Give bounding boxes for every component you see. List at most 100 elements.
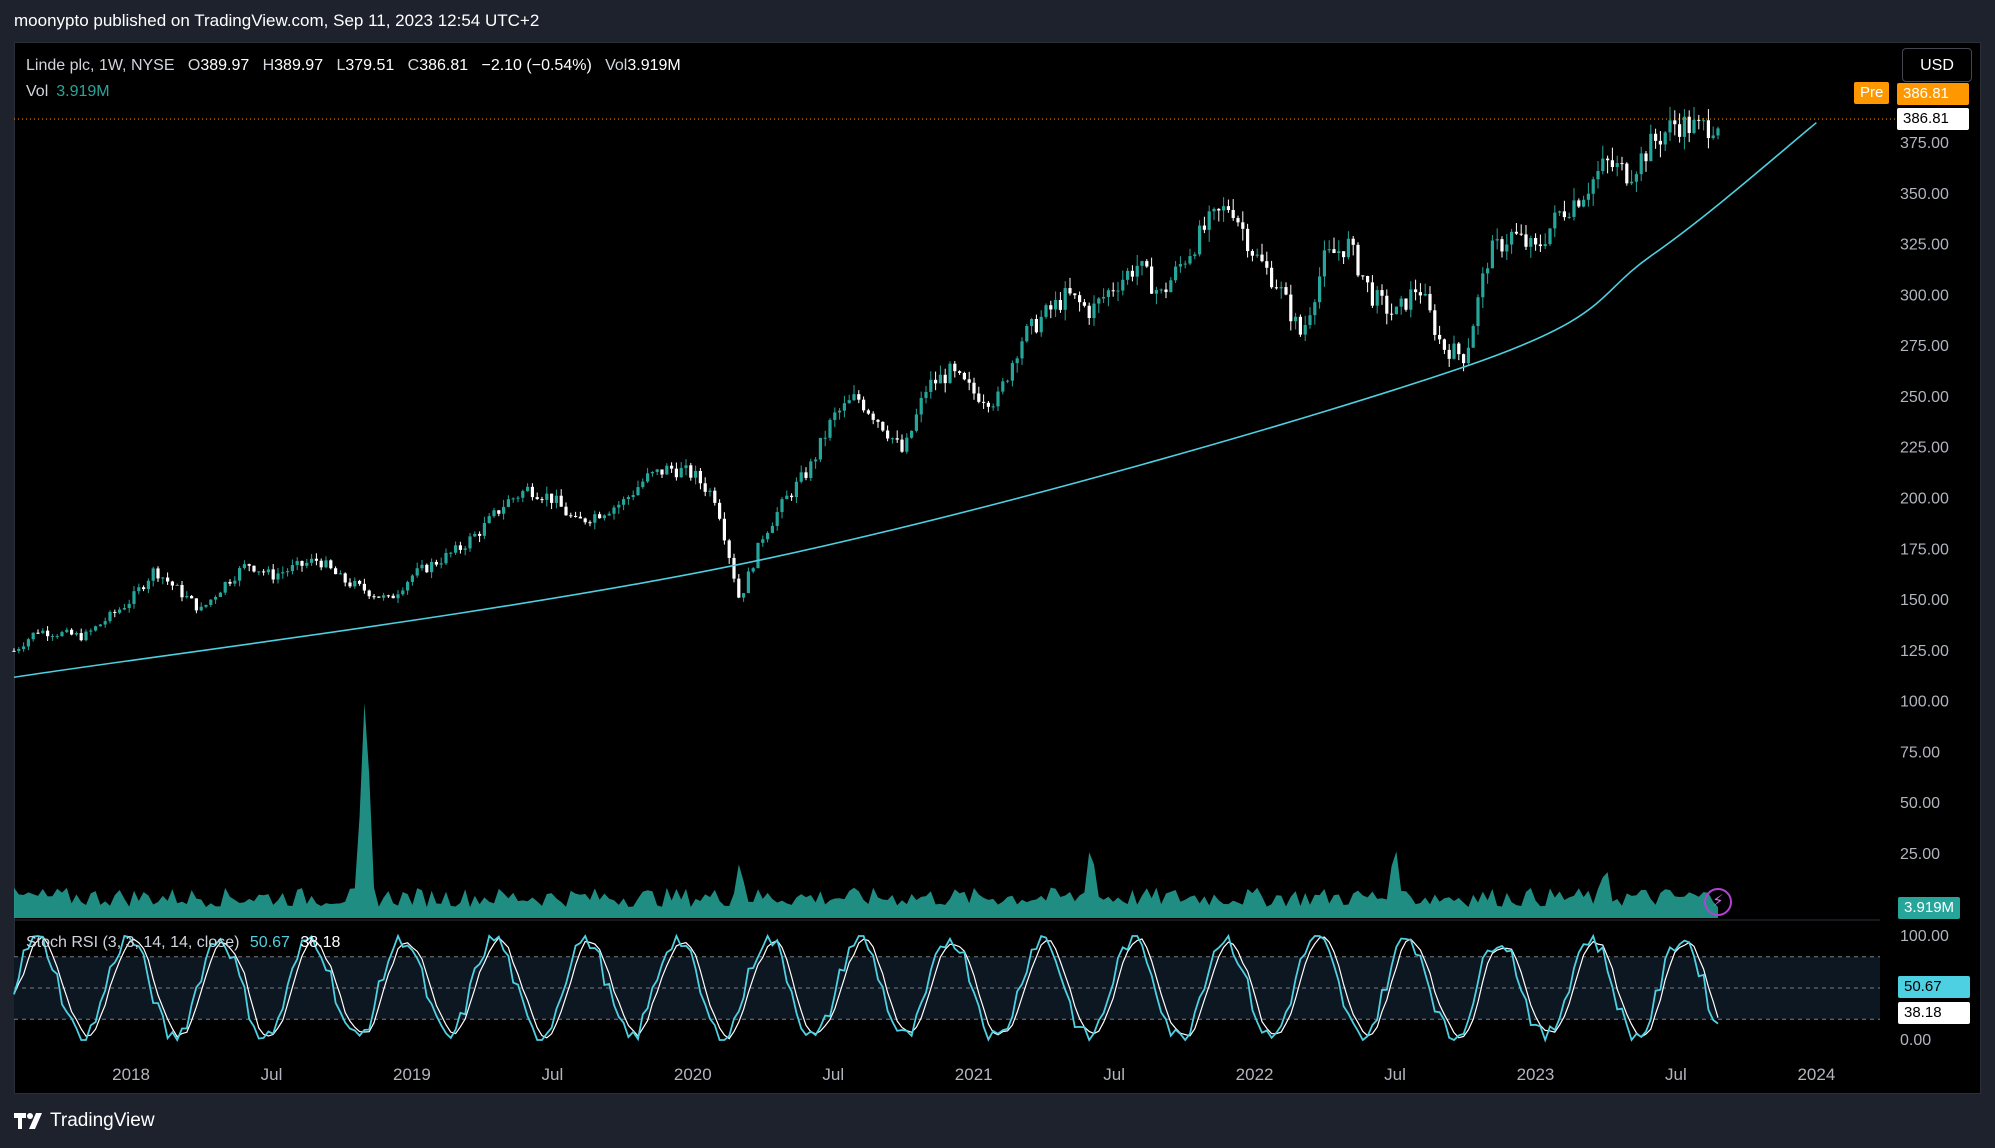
x-tick-label: 2020 <box>674 1065 712 1084</box>
candle-body <box>1644 153 1648 162</box>
candle-body <box>511 498 515 500</box>
candle-body <box>1471 326 1475 348</box>
candle-body <box>1270 267 1274 288</box>
candle-body <box>324 560 328 568</box>
candle-body <box>314 558 318 561</box>
candle-body <box>948 363 952 384</box>
candle-body <box>1375 290 1379 306</box>
candle-body <box>1082 302 1086 306</box>
candle-body <box>348 582 352 587</box>
candle-body <box>1308 315 1312 325</box>
candle-body <box>1178 264 1182 267</box>
candle-body <box>156 568 160 579</box>
candle-body <box>598 514 602 519</box>
candle-body <box>1116 290 1120 292</box>
candle-body <box>886 430 890 439</box>
candle-body <box>943 374 947 384</box>
candle-body <box>905 437 909 452</box>
candle-body <box>190 595 194 599</box>
candle-body <box>406 581 410 591</box>
candle-body <box>1015 358 1019 364</box>
price-chart[interactable]: 375.00 350.00 325.00 300.00 275.00 250.00 225.… <box>0 0 1995 1148</box>
tradingview-logo[interactable]: TradingView <box>14 1110 155 1132</box>
candle-body <box>1303 324 1307 335</box>
candle-body <box>1250 251 1254 256</box>
candle-body <box>22 646 26 650</box>
candle-body <box>1140 261 1144 266</box>
candle-body <box>175 584 179 586</box>
candle-body <box>650 471 654 474</box>
currency-button[interactable]: USD <box>1902 48 1972 82</box>
candle-body <box>722 518 726 541</box>
candle-body <box>1534 238 1538 245</box>
candle-body <box>1711 135 1715 139</box>
candle-body <box>170 581 174 586</box>
lightning-icon[interactable]: ⚡ <box>1704 888 1732 916</box>
candle-body <box>770 525 774 533</box>
candle-body <box>1687 116 1691 134</box>
candle-body <box>161 577 165 579</box>
candle-body <box>1298 316 1302 335</box>
candle-body <box>866 410 870 414</box>
candle-body <box>1495 239 1499 241</box>
candle-body <box>1063 288 1067 310</box>
candle-body <box>1380 290 1384 296</box>
candle-body <box>703 483 707 492</box>
candle-body <box>502 506 506 514</box>
y-tick-label: 350.00 <box>1900 186 1949 203</box>
candle-body <box>1073 293 1077 296</box>
candle-body <box>454 545 458 553</box>
y-tick-label: 100.00 <box>1900 694 1949 711</box>
candle-body <box>982 401 986 403</box>
candle-body <box>180 584 184 598</box>
candle-body <box>1702 120 1706 122</box>
candle-body <box>593 514 597 523</box>
x-tick-label: 2019 <box>393 1065 431 1084</box>
candle-body <box>84 631 88 641</box>
candle-body <box>1414 289 1418 293</box>
candle-body <box>742 593 746 598</box>
candle-body <box>756 542 760 569</box>
candle-body <box>521 491 525 498</box>
candle-body <box>1524 234 1528 247</box>
candle-body <box>257 571 261 573</box>
candle-body <box>694 470 698 478</box>
candle-body <box>617 504 621 508</box>
candle-body <box>1490 240 1494 269</box>
stoch-tick-label: 100.00 <box>1900 928 1949 945</box>
candle-body <box>986 402 990 407</box>
candle-body <box>1586 193 1590 200</box>
candle-body <box>1572 200 1576 217</box>
candle-body <box>1231 210 1235 219</box>
candle-body <box>94 626 98 631</box>
candle-body <box>17 649 21 651</box>
candle-body <box>26 639 30 647</box>
candle-body <box>847 400 851 404</box>
candle-body <box>1481 273 1485 298</box>
candle-body <box>1697 119 1701 121</box>
candle-body <box>1121 279 1125 291</box>
candle-body <box>1222 206 1226 211</box>
candle-body <box>1385 295 1389 314</box>
x-tick-label: 2024 <box>1797 1065 1835 1084</box>
candle-body <box>310 558 314 563</box>
candle-body <box>1284 287 1288 295</box>
candle-body <box>958 371 962 373</box>
candle-body <box>242 564 246 569</box>
candle-body <box>622 499 626 505</box>
candle-body <box>1610 160 1614 168</box>
x-tick-label: 2023 <box>1517 1065 1555 1084</box>
y-tick-label: 300.00 <box>1900 287 1949 304</box>
candle-body <box>1106 290 1110 297</box>
candle-body <box>626 497 630 500</box>
candle-body <box>1226 206 1230 211</box>
candle-body <box>1639 153 1643 175</box>
candle-body <box>1442 339 1446 350</box>
candle-body <box>1202 225 1206 230</box>
candle-body <box>804 472 808 478</box>
candle-body <box>271 569 275 580</box>
stoch-d-tag: 38.18 <box>1898 1002 1970 1024</box>
candle-body <box>1668 120 1672 133</box>
candle-body <box>228 581 232 584</box>
candle-body <box>530 486 534 498</box>
